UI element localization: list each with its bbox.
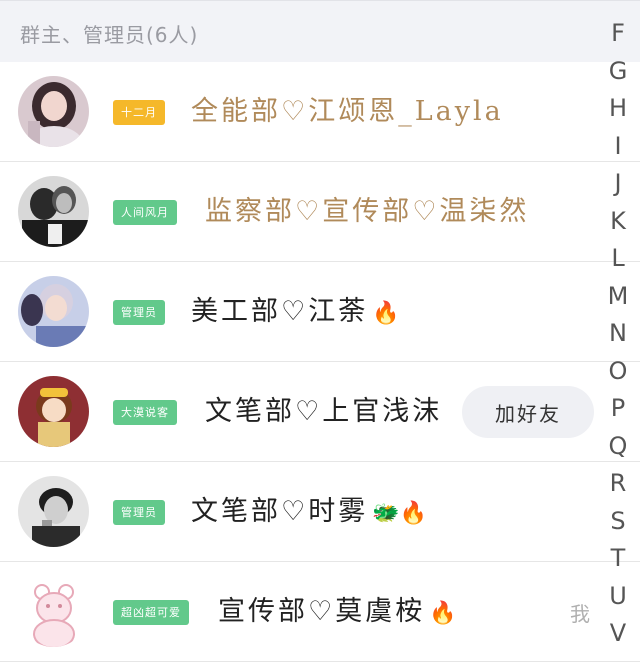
- dragon-fire-emoji-icon: 🐲🔥: [372, 501, 428, 526]
- index-letter-h[interactable]: H: [600, 93, 636, 123]
- member-title-badge: 大漠说客: [113, 400, 177, 425]
- member-name: 美工部♡江荼 🔥: [191, 296, 400, 327]
- member-name: 宣传部♡莫虞桉 🔥: [218, 596, 457, 627]
- index-letter-i[interactable]: I: [600, 131, 636, 161]
- index-letter-j[interactable]: J: [600, 168, 636, 198]
- bw-couple-avatar[interactable]: [18, 176, 89, 247]
- index-letter-m[interactable]: M: [600, 281, 636, 311]
- add-friend-button[interactable]: 加好友: [462, 386, 594, 438]
- member-title-badge: 超凶超可爱: [113, 600, 189, 625]
- index-letter-n[interactable]: N: [600, 318, 636, 348]
- index-letter-o[interactable]: O: [600, 356, 636, 386]
- index-letter-p[interactable]: P: [600, 393, 636, 423]
- member-title-badge: 管理员: [113, 500, 165, 525]
- index-letter-r[interactable]: R: [600, 468, 636, 498]
- index-letter-f[interactable]: F: [600, 18, 636, 48]
- member-row[interactable]: 大漠说客 文笔部♡上官浅沫 加好友: [0, 362, 640, 462]
- index-letter-v[interactable]: V: [600, 618, 636, 648]
- member-name: 文笔部♡时雾 🐲🔥: [191, 496, 428, 527]
- bw-man-avatar[interactable]: [18, 476, 89, 547]
- section-title: 群主、管理员(6人): [20, 23, 199, 47]
- idol-avatar[interactable]: [18, 276, 89, 347]
- index-letter-q[interactable]: Q: [600, 431, 636, 461]
- member-title-badge: 管理员: [113, 300, 165, 325]
- index-letter-t[interactable]: T: [600, 543, 636, 573]
- cartoon-girl-avatar[interactable]: [18, 376, 89, 447]
- member-row[interactable]: 人间风月 监察部♡宣传部♡温柒然: [0, 162, 640, 262]
- section-header-admins: 群主、管理员(6人): [0, 0, 640, 62]
- member-row[interactable]: 超凶超可爱 宣传部♡莫虞桉 🔥 我: [0, 562, 640, 662]
- fire-emoji-icon: 🔥: [372, 301, 400, 326]
- member-row[interactable]: 管理员 文笔部♡时雾 🐲🔥: [0, 462, 640, 562]
- self-indicator-label: 我: [570, 602, 590, 626]
- group-member-list-screen: 群主、管理员(6人) 十二月 全能部♡江颂恩_Layla 人间风月 监察部♡宣传…: [0, 0, 640, 666]
- member-row[interactable]: 十二月 全能部♡江颂恩_Layla: [0, 62, 640, 162]
- index-letter-u[interactable]: U: [600, 581, 636, 611]
- index-letter-g[interactable]: G: [600, 56, 636, 86]
- index-letter-l[interactable]: L: [600, 243, 636, 273]
- member-name: 文笔部♡上官浅沫: [205, 396, 443, 427]
- member-title-badge: 人间风月: [113, 200, 177, 225]
- pink-bear-avatar[interactable]: [18, 576, 89, 647]
- fire-emoji-icon: 🔥: [429, 601, 457, 626]
- member-title-badge: 十二月: [113, 100, 165, 125]
- index-letter-s[interactable]: S: [600, 506, 636, 536]
- member-name: 监察部♡宣传部♡温柒然: [205, 196, 530, 227]
- member-row[interactable]: 管理员 美工部♡江荼 🔥: [0, 262, 640, 362]
- index-letter-k[interactable]: K: [600, 206, 636, 236]
- woman-portrait-avatar[interactable]: [18, 76, 89, 147]
- member-name: 全能部♡江颂恩_Layla: [191, 96, 504, 127]
- alphabet-index-bar[interactable]: FGHIJKLMNOPQRSTUV: [600, 0, 636, 666]
